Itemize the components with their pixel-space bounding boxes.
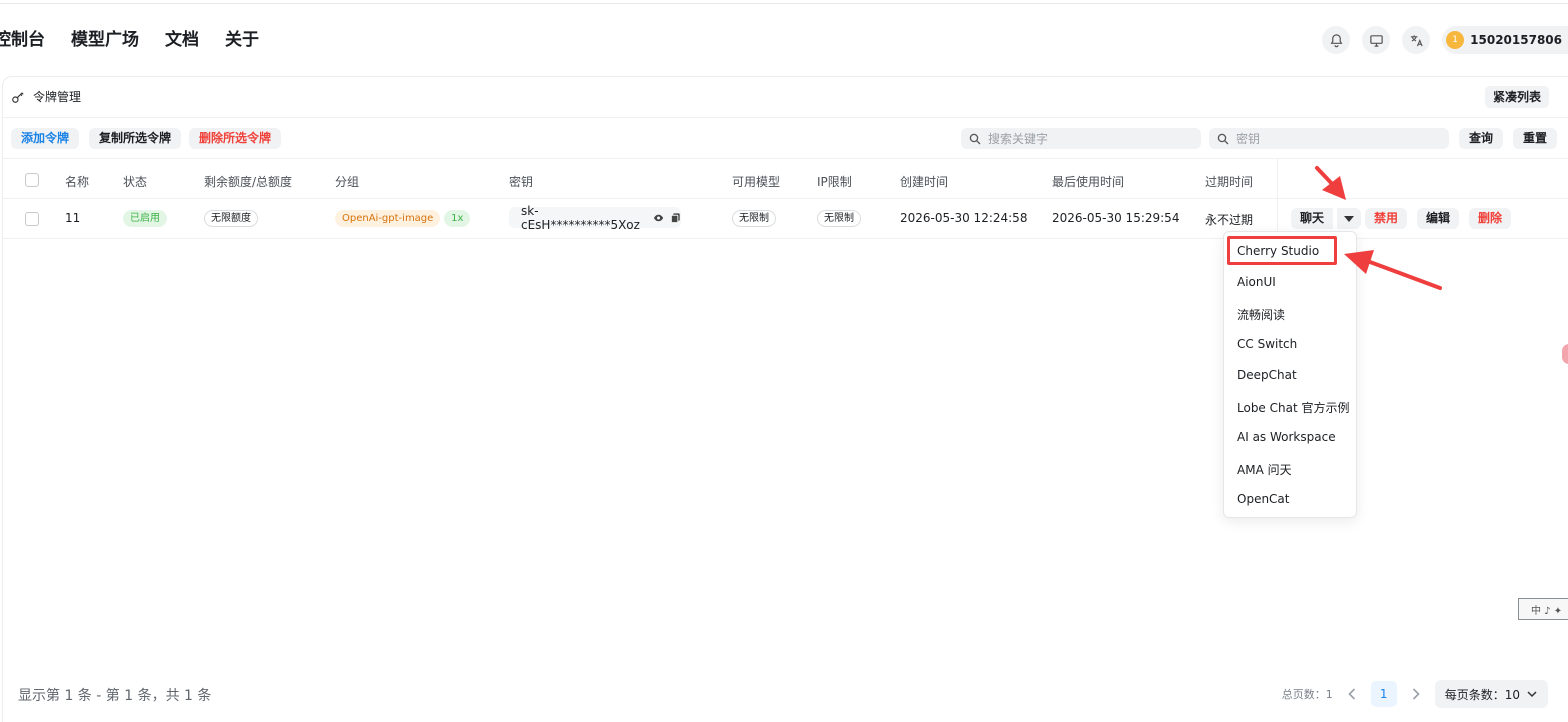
chevron-down-icon (1527, 691, 1537, 698)
annotation-arrows (1315, 166, 1442, 290)
page-size-select[interactable]: 每页条数：10 (1434, 680, 1548, 708)
pagination-summary: 显示第 1 条 - 第 1 条，共 1 条 (18, 688, 212, 704)
pagination: 总页数：1 1 每页条数：10 (1282, 680, 1548, 708)
arrow-to-cherry-studio (1344, 250, 1442, 290)
chevron-right-icon (1412, 688, 1420, 700)
arrow-to-caret (1315, 166, 1346, 200)
page-1[interactable]: 1 (1370, 681, 1397, 707)
ime-toolbar: 中 ♪ ✦ (1518, 598, 1568, 620)
chevron-left-icon (1348, 688, 1355, 700)
next-page-button[interactable] (1407, 685, 1425, 703)
ime-toolbar-text: 中 ♪ ✦ (1531, 606, 1563, 617)
total-pages: 总页数：1 (1281, 688, 1333, 701)
floating-side-handle[interactable] (1562, 344, 1568, 364)
page-size-label: 每页条数：10 (1444, 687, 1520, 702)
prev-page-button[interactable] (1343, 685, 1361, 703)
